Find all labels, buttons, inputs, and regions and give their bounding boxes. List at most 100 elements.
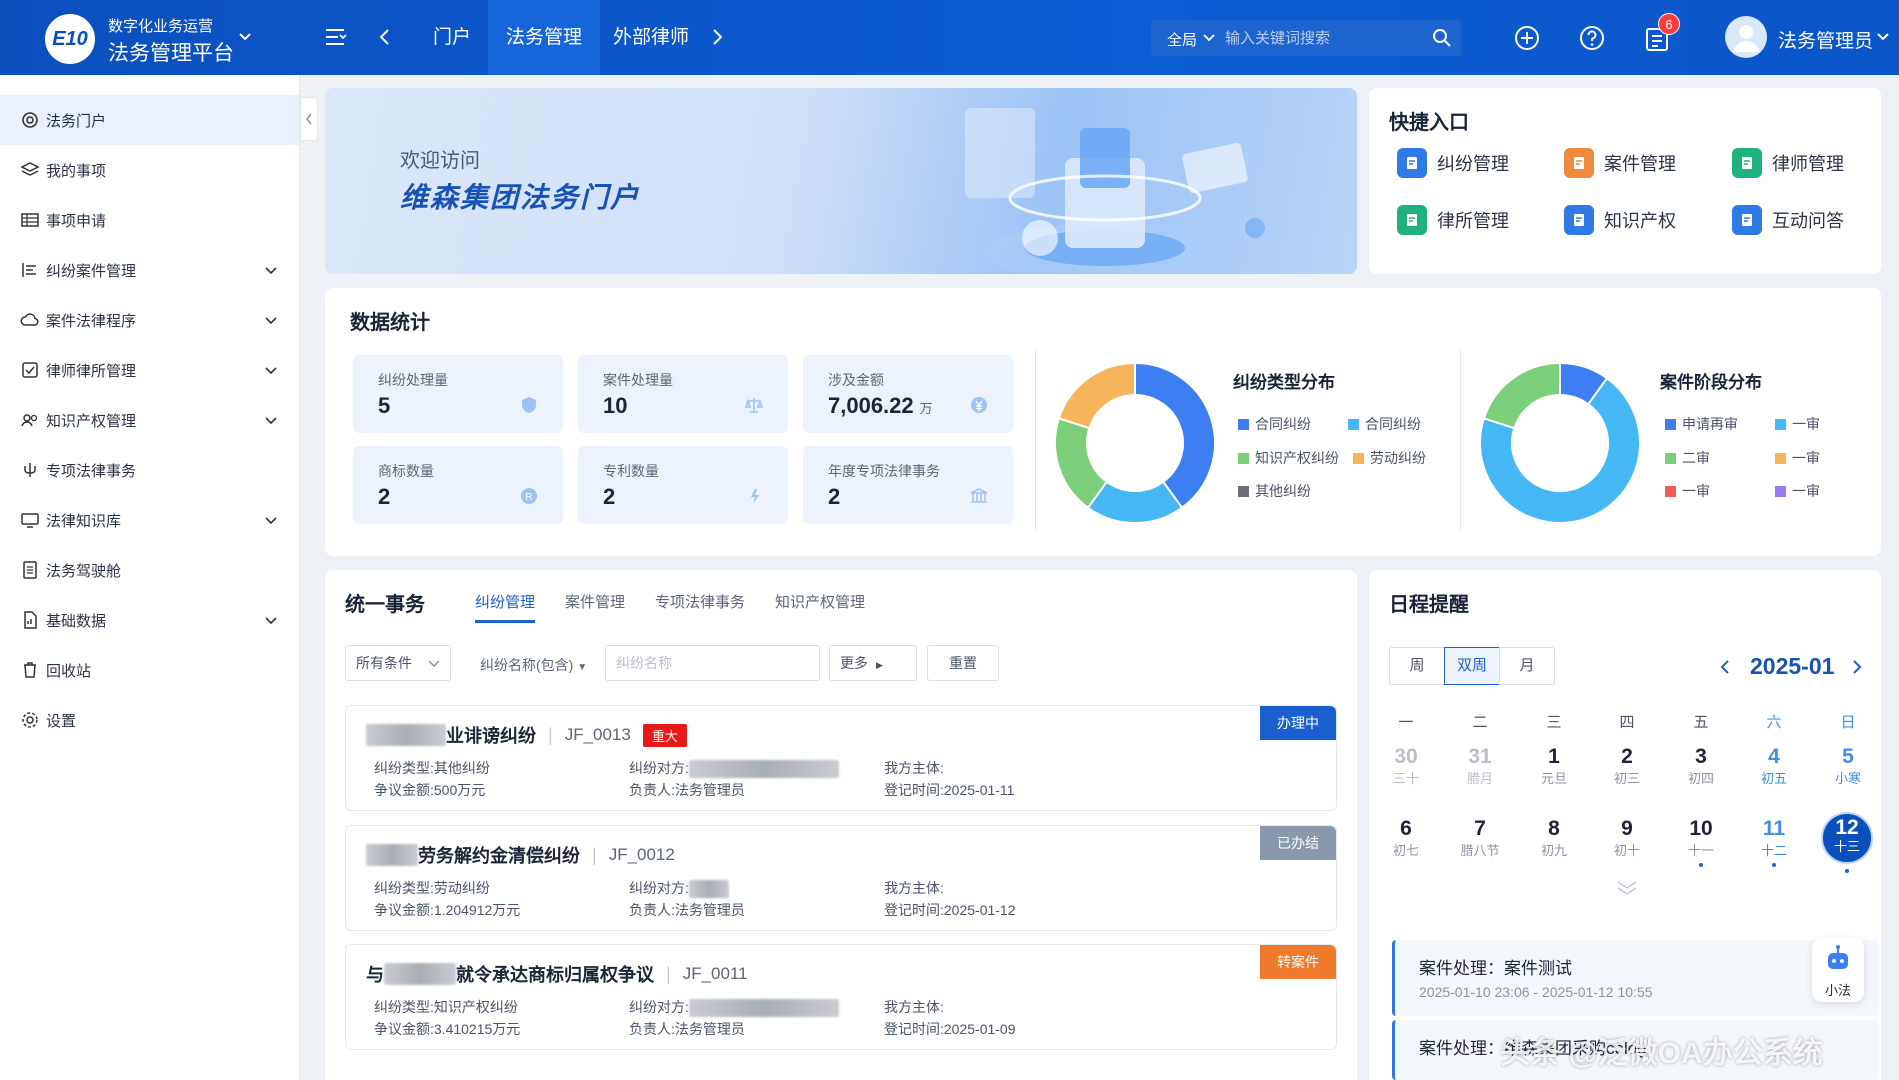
dispute-title[interactable]: 劳务解约金清偿纠纷 | JF_0012 (366, 842, 675, 868)
brand-title[interactable]: 法务管理平台 (108, 37, 234, 67)
sidebar-item-10[interactable]: 基础数据 (0, 595, 299, 645)
calendar-day[interactable]: 2 初三 (1597, 745, 1657, 787)
help-icon[interactable] (1579, 25, 1605, 51)
sidebar-item-7[interactable]: 专项法律事务 (0, 445, 299, 495)
donut-slice[interactable] (1057, 361, 1136, 430)
quick-entry-item[interactable]: 律师管理 (1732, 148, 1844, 178)
nav-external-lawyer[interactable]: 外部律师 (595, 0, 707, 75)
sidebar-item-0[interactable]: 法务门户 (0, 95, 299, 145)
tab-case-management[interactable]: 案件管理 (565, 591, 625, 612)
chevron-down-icon[interactable] (263, 412, 279, 428)
reset-button[interactable]: 重置 (927, 645, 999, 681)
chevron-down-icon[interactable] (263, 512, 279, 528)
quick-entry-item[interactable]: 知识产权 (1564, 205, 1676, 235)
nav-portal[interactable]: 门户 (415, 0, 489, 75)
chevron-down-icon[interactable] (1876, 30, 1890, 44)
sidebar-item-9[interactable]: 法务驾驶舱 (0, 545, 299, 595)
chevron-down-icon[interactable] (263, 362, 279, 378)
stat-card[interactable]: 专利数量 2 (578, 446, 788, 524)
dispute-name-field[interactable] (605, 645, 820, 681)
search-input[interactable] (1225, 26, 1415, 50)
filter-field-select[interactable]: 纠纷名称(包含) ▼ (480, 655, 587, 675)
legend-item[interactable]: 知识产权纠纷 (1238, 448, 1339, 468)
dispute-title[interactable]: 与 就令承达商标归属权争议 | JF_0011 (366, 961, 748, 987)
nav-next-icon[interactable] (712, 28, 724, 46)
chevron-right-icon[interactable] (1852, 659, 1862, 675)
dispute-title[interactable]: 业诽谤纠纷 | JF_0013 重大 (366, 722, 687, 748)
calendar-day[interactable]: 9 初十 (1597, 817, 1657, 859)
dispute-name-input[interactable] (616, 647, 819, 679)
legend-item[interactable]: 其他纠纷 (1238, 481, 1311, 501)
sidebar-item-1[interactable]: 我的事项 (0, 145, 299, 195)
stat-card[interactable]: 年度专项法律事务 2 (803, 446, 1013, 524)
chevron-down-icon[interactable] (263, 262, 279, 278)
chevron-down-icon[interactable] (238, 30, 252, 44)
calendar-day[interactable]: 30 三十 (1376, 745, 1436, 787)
menu-toggle-icon[interactable] (325, 28, 347, 46)
search-icon[interactable] (1432, 28, 1452, 48)
calendar-day[interactable]: 10 十一 (1671, 817, 1731, 867)
chevron-down-icon[interactable] (263, 612, 279, 628)
calendar-day[interactable]: 7 腊八节 (1450, 817, 1510, 859)
sidebar-collapse-button[interactable] (300, 97, 318, 141)
legend-item[interactable]: 一审 (1775, 481, 1820, 501)
nav-legal-management[interactable]: 法务管理 (488, 0, 601, 75)
view-week-button[interactable]: 周 (1389, 647, 1445, 685)
donut-slice[interactable] (1134, 361, 1216, 510)
assistant-button[interactable]: 小法 (1812, 938, 1864, 1002)
chevron-left-icon[interactable] (1720, 659, 1730, 675)
more-filters-button[interactable]: 更多 ▶ (829, 645, 917, 681)
nav-prev-icon[interactable] (378, 28, 390, 46)
calendar-day[interactable]: 1 元旦 (1524, 745, 1584, 787)
legend-item[interactable]: 合同纠纷 (1238, 414, 1311, 434)
view-month-button[interactable]: 月 (1499, 647, 1555, 685)
quick-entry-item[interactable]: 纠纷管理 (1397, 148, 1509, 178)
add-icon[interactable] (1514, 25, 1540, 51)
user-name[interactable]: 法务管理员 (1778, 26, 1873, 53)
stat-card[interactable]: 纠纷处理量 5 (353, 355, 563, 433)
sidebar-item-2[interactable]: 事项申请 (0, 195, 299, 245)
sidebar-item-4[interactable]: 案件法律程序 (0, 295, 299, 345)
donut-slice[interactable] (1482, 361, 1561, 430)
calendar-day[interactable]: 3 初四 (1671, 745, 1731, 787)
chevron-down-icon[interactable] (1203, 33, 1215, 43)
legend-item[interactable]: 劳动纠纷 (1353, 448, 1426, 468)
dispute-item[interactable]: 劳务解约金清偿纠纷 | JF_0012 已办结 纠纷类型:劳动纠纷 争议金额:1.2049… (345, 825, 1337, 931)
expand-calendar-icon[interactable] (1616, 880, 1638, 896)
calendar-day[interactable]: 5 小寒 (1818, 745, 1878, 787)
sidebar-item-3[interactable]: 纠纷案件管理 (0, 245, 299, 295)
avatar[interactable] (1725, 16, 1767, 58)
legend-item[interactable]: 申请再审 (1665, 414, 1738, 434)
tab-dispute-management[interactable]: 纠纷管理 (475, 591, 535, 612)
sidebar-item-5[interactable]: 律师律所管理 (0, 345, 299, 395)
conditions-select[interactable]: 所有条件 (345, 645, 451, 681)
sidebar-item-11[interactable]: 回收站 (0, 645, 299, 695)
schedule-event[interactable]: 案件处理：案件测试 2025-01-10 23:06 - 2025-01-12 1… (1392, 940, 1879, 1016)
calendar-day[interactable]: 11 十二 (1744, 817, 1804, 867)
calendar-day[interactable]: 8 初九 (1524, 817, 1584, 859)
tab-special-legal-affairs[interactable]: 专项法律事务 (655, 591, 745, 612)
quick-entry-item[interactable]: 律所管理 (1397, 205, 1509, 235)
legend-item[interactable]: 一审 (1775, 448, 1820, 468)
dispute-item[interactable]: 与 就令承达商标归属权争议 | JF_0011 转案件 纠纷类型:知识产权纠纷 争议金额:3… (345, 944, 1337, 1050)
quick-entry-item[interactable]: 互动问答 (1732, 205, 1844, 235)
legend-item[interactable]: 一审 (1665, 481, 1710, 501)
calendar-day-today[interactable]: 12 十三 (1821, 812, 1873, 864)
tab-ip-management[interactable]: 知识产权管理 (775, 591, 865, 612)
sidebar-item-6[interactable]: 知识产权管理 (0, 395, 299, 445)
calendar-day[interactable]: 6 初七 (1376, 817, 1436, 859)
search-scope-select[interactable]: 全局 (1167, 29, 1197, 50)
legend-item[interactable]: 一审 (1775, 414, 1820, 434)
stat-card[interactable]: 涉及金额 7,006.22 万 (803, 355, 1013, 433)
sidebar-item-12[interactable]: 设置 (0, 695, 299, 745)
chevron-down-icon[interactable] (263, 312, 279, 328)
sidebar-item-8[interactable]: 法律知识库 (0, 495, 299, 545)
app-logo[interactable]: E10 (45, 14, 95, 64)
calendar-day[interactable]: 31 腊月 (1450, 745, 1510, 787)
stat-card[interactable]: 商标数量 2 R (353, 446, 563, 524)
legend-item[interactable]: 合同纠纷 (1348, 414, 1421, 434)
quick-entry-item[interactable]: 案件管理 (1564, 148, 1676, 178)
calendar-day[interactable]: 4 初五 (1744, 745, 1804, 787)
view-biweek-button[interactable]: 双周 (1444, 647, 1500, 685)
dispute-item[interactable]: 业诽谤纠纷 | JF_0013 重大 办理中 纠纷类型:其他纠纷 争议金额:500万元 纠纷对… (345, 705, 1337, 811)
